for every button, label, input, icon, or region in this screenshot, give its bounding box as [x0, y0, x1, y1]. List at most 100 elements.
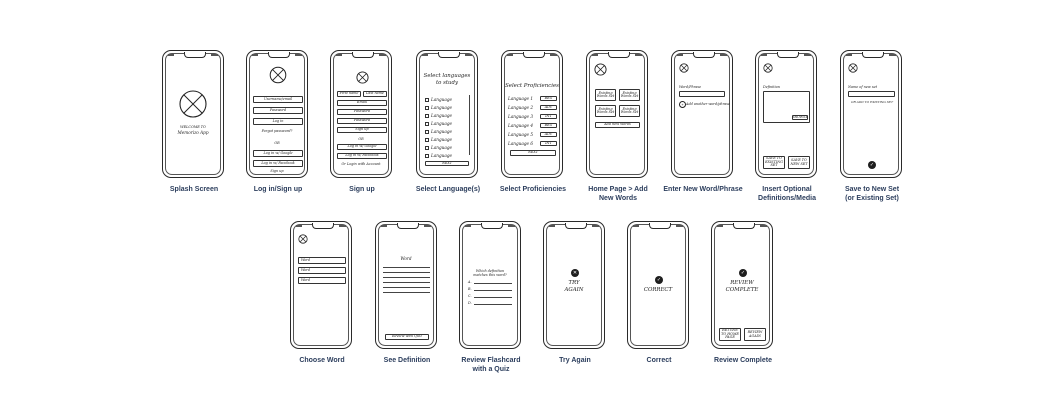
- existing-set-link[interactable]: OR ADD TO EXISTING SET: [851, 100, 893, 104]
- status-time: [592, 54, 598, 56]
- language-checkbox[interactable]: [425, 138, 429, 142]
- error-x-icon: ✕: [571, 269, 579, 277]
- definition-line: [383, 287, 430, 288]
- signup-link[interactable]: Sign up: [247, 169, 307, 173]
- next-button[interactable]: NEXT: [425, 161, 469, 166]
- screen-select-languages: Select languages to study Language Langu…: [416, 50, 480, 193]
- avatar-placeholder-icon: [848, 63, 858, 73]
- phone-notch: [438, 52, 460, 58]
- google-login-button[interactable]: Log in w/ Google: [253, 150, 303, 157]
- caption-line: Review Flashcard: [461, 357, 521, 364]
- word-phrase-input[interactable]: [679, 91, 725, 97]
- screen-review-complete: ✓ REVIEW COMPLETE RETURN TO HOME PAGE RE…: [711, 221, 775, 364]
- quiz-option-label[interactable]: D.: [468, 301, 472, 305]
- email-input[interactable]: Email: [337, 100, 387, 106]
- quiz-option-label[interactable]: A.: [468, 280, 472, 284]
- quiz-option-line[interactable]: [474, 290, 512, 291]
- quiz-option-label[interactable]: B.: [468, 287, 472, 291]
- avatar-placeholder-icon: [679, 63, 689, 73]
- add-new-words-button[interactable]: Add new words: [595, 122, 640, 128]
- language-checkbox[interactable]: [425, 146, 429, 150]
- password-input[interactable]: Password: [253, 107, 303, 114]
- word-phrase-label: Word/Phrase: [679, 85, 702, 89]
- phone-notch: [184, 52, 206, 58]
- phone-notch: [777, 52, 799, 58]
- quiz-option-line[interactable]: [474, 283, 512, 284]
- language-checkbox[interactable]: [425, 130, 429, 134]
- next-button[interactable]: NEXT: [510, 150, 556, 156]
- screen-caption: Save to New Set (or Existing Set): [816, 186, 928, 203]
- screen-login: Username/email Password Log in Forgot pa…: [246, 50, 310, 193]
- status-time: [168, 54, 174, 56]
- account-login-link[interactable]: Or Login with Account: [331, 162, 391, 166]
- save-new-button[interactable]: SAVE TO NEW SET: [788, 156, 810, 169]
- word-set-card[interactable]: Existing Words Set: [619, 105, 640, 117]
- language-checkbox[interactable]: [425, 98, 429, 102]
- language-label: Language 3: [508, 114, 534, 119]
- status-time: [507, 54, 513, 56]
- new-set-input[interactable]: [848, 91, 895, 97]
- first-name-input[interactable]: First name: [337, 91, 361, 97]
- word-set-card[interactable]: Existing Words Set: [619, 89, 640, 101]
- success-check-icon: ✓: [739, 269, 747, 277]
- status-time: [336, 54, 342, 56]
- proficiency-select[interactable]: INT: [540, 141, 557, 146]
- screen-quiz: Which definition matches this word? A. B…: [459, 221, 523, 373]
- screen-select-proficiencies: Select Proficiencies Language 1 BEG Langu…: [500, 50, 566, 193]
- word-title: Word: [400, 256, 412, 261]
- google-login-button[interactable]: Log in w/ Google: [337, 144, 387, 150]
- phone-frame: ✓ CORRECT: [627, 221, 689, 349]
- status-battery: [889, 54, 896, 56]
- success-check-icon: ✓: [655, 276, 663, 284]
- language-label: Language 1: [508, 96, 534, 101]
- signup-button[interactable]: Sign up: [337, 127, 387, 133]
- proficiency-select[interactable]: BEG: [540, 96, 557, 101]
- quiz-option-line[interactable]: [474, 304, 512, 305]
- proficiency-select[interactable]: INT: [540, 114, 557, 119]
- username-input[interactable]: Username/email: [253, 96, 303, 103]
- language-checkbox[interactable]: [425, 154, 429, 158]
- language-label: Language: [431, 153, 453, 158]
- facebook-login-button[interactable]: Log in w/ Facebook: [337, 153, 387, 159]
- phone-frame: ✓ REVIEW COMPLETE RETURN TO HOME PAGE RE…: [711, 221, 773, 349]
- proficiency-select[interactable]: ADV: [540, 132, 557, 137]
- language-checkbox[interactable]: [425, 122, 429, 126]
- word-item[interactable]: Word: [298, 277, 346, 284]
- languages-subtitle: to study: [435, 80, 459, 86]
- forgot-password-link[interactable]: Forgot password?: [247, 129, 307, 133]
- save-existing-button[interactable]: SAVE TO EXISTING SET: [763, 156, 785, 169]
- quiz-question: matches this word?: [473, 273, 507, 277]
- add-another-link[interactable]: Add another word/phrase: [686, 102, 730, 106]
- facebook-login-button[interactable]: Log in w/ Facebook: [253, 160, 303, 167]
- word-item[interactable]: Word: [298, 257, 346, 264]
- caption-line: with a Quiz: [472, 365, 510, 373]
- login-button[interactable]: Log in: [253, 118, 303, 125]
- screen-caption: Review Complete: [714, 357, 772, 364]
- return-home-button[interactable]: RETURN TO HOME PAGE: [719, 328, 741, 341]
- language-checkbox[interactable]: [425, 114, 429, 118]
- add-icon[interactable]: +: [679, 101, 686, 108]
- phone-notch: [352, 52, 374, 58]
- phone-frame: Select Proficiencies Language 1 BEG Langu…: [501, 50, 563, 178]
- status-battery: [550, 54, 557, 56]
- review-quiz-button[interactable]: Review with Quiz: [385, 334, 429, 340]
- browse-button[interactable]: BROWSE: [792, 115, 808, 120]
- proficiency-select[interactable]: BEG: [540, 123, 557, 128]
- quiz-option-label[interactable]: C.: [468, 294, 472, 298]
- review-again-button[interactable]: REVIEW AGAIN: [744, 328, 766, 341]
- word-set-card[interactable]: Existing Words Set: [595, 89, 616, 101]
- language-checkbox[interactable]: [425, 106, 429, 110]
- proficiency-select[interactable]: ADV: [540, 105, 557, 110]
- word-set-card[interactable]: Existing Words Set: [595, 105, 616, 117]
- phone-frame: Username/email Password Log in Forgot pa…: [246, 50, 308, 178]
- quiz-option-line[interactable]: [474, 297, 512, 298]
- scrollbar[interactable]: [469, 95, 470, 155]
- status-battery: [424, 225, 431, 227]
- avatar-placeholder-icon: [594, 63, 607, 76]
- confirm-password-input[interactable]: Password: [337, 118, 387, 124]
- phone-notch: [862, 52, 884, 58]
- definition-line: [383, 292, 430, 293]
- word-item[interactable]: Word: [298, 267, 346, 274]
- password-input[interactable]: Password: [337, 109, 387, 115]
- last-name-input[interactable]: Last name: [363, 91, 387, 97]
